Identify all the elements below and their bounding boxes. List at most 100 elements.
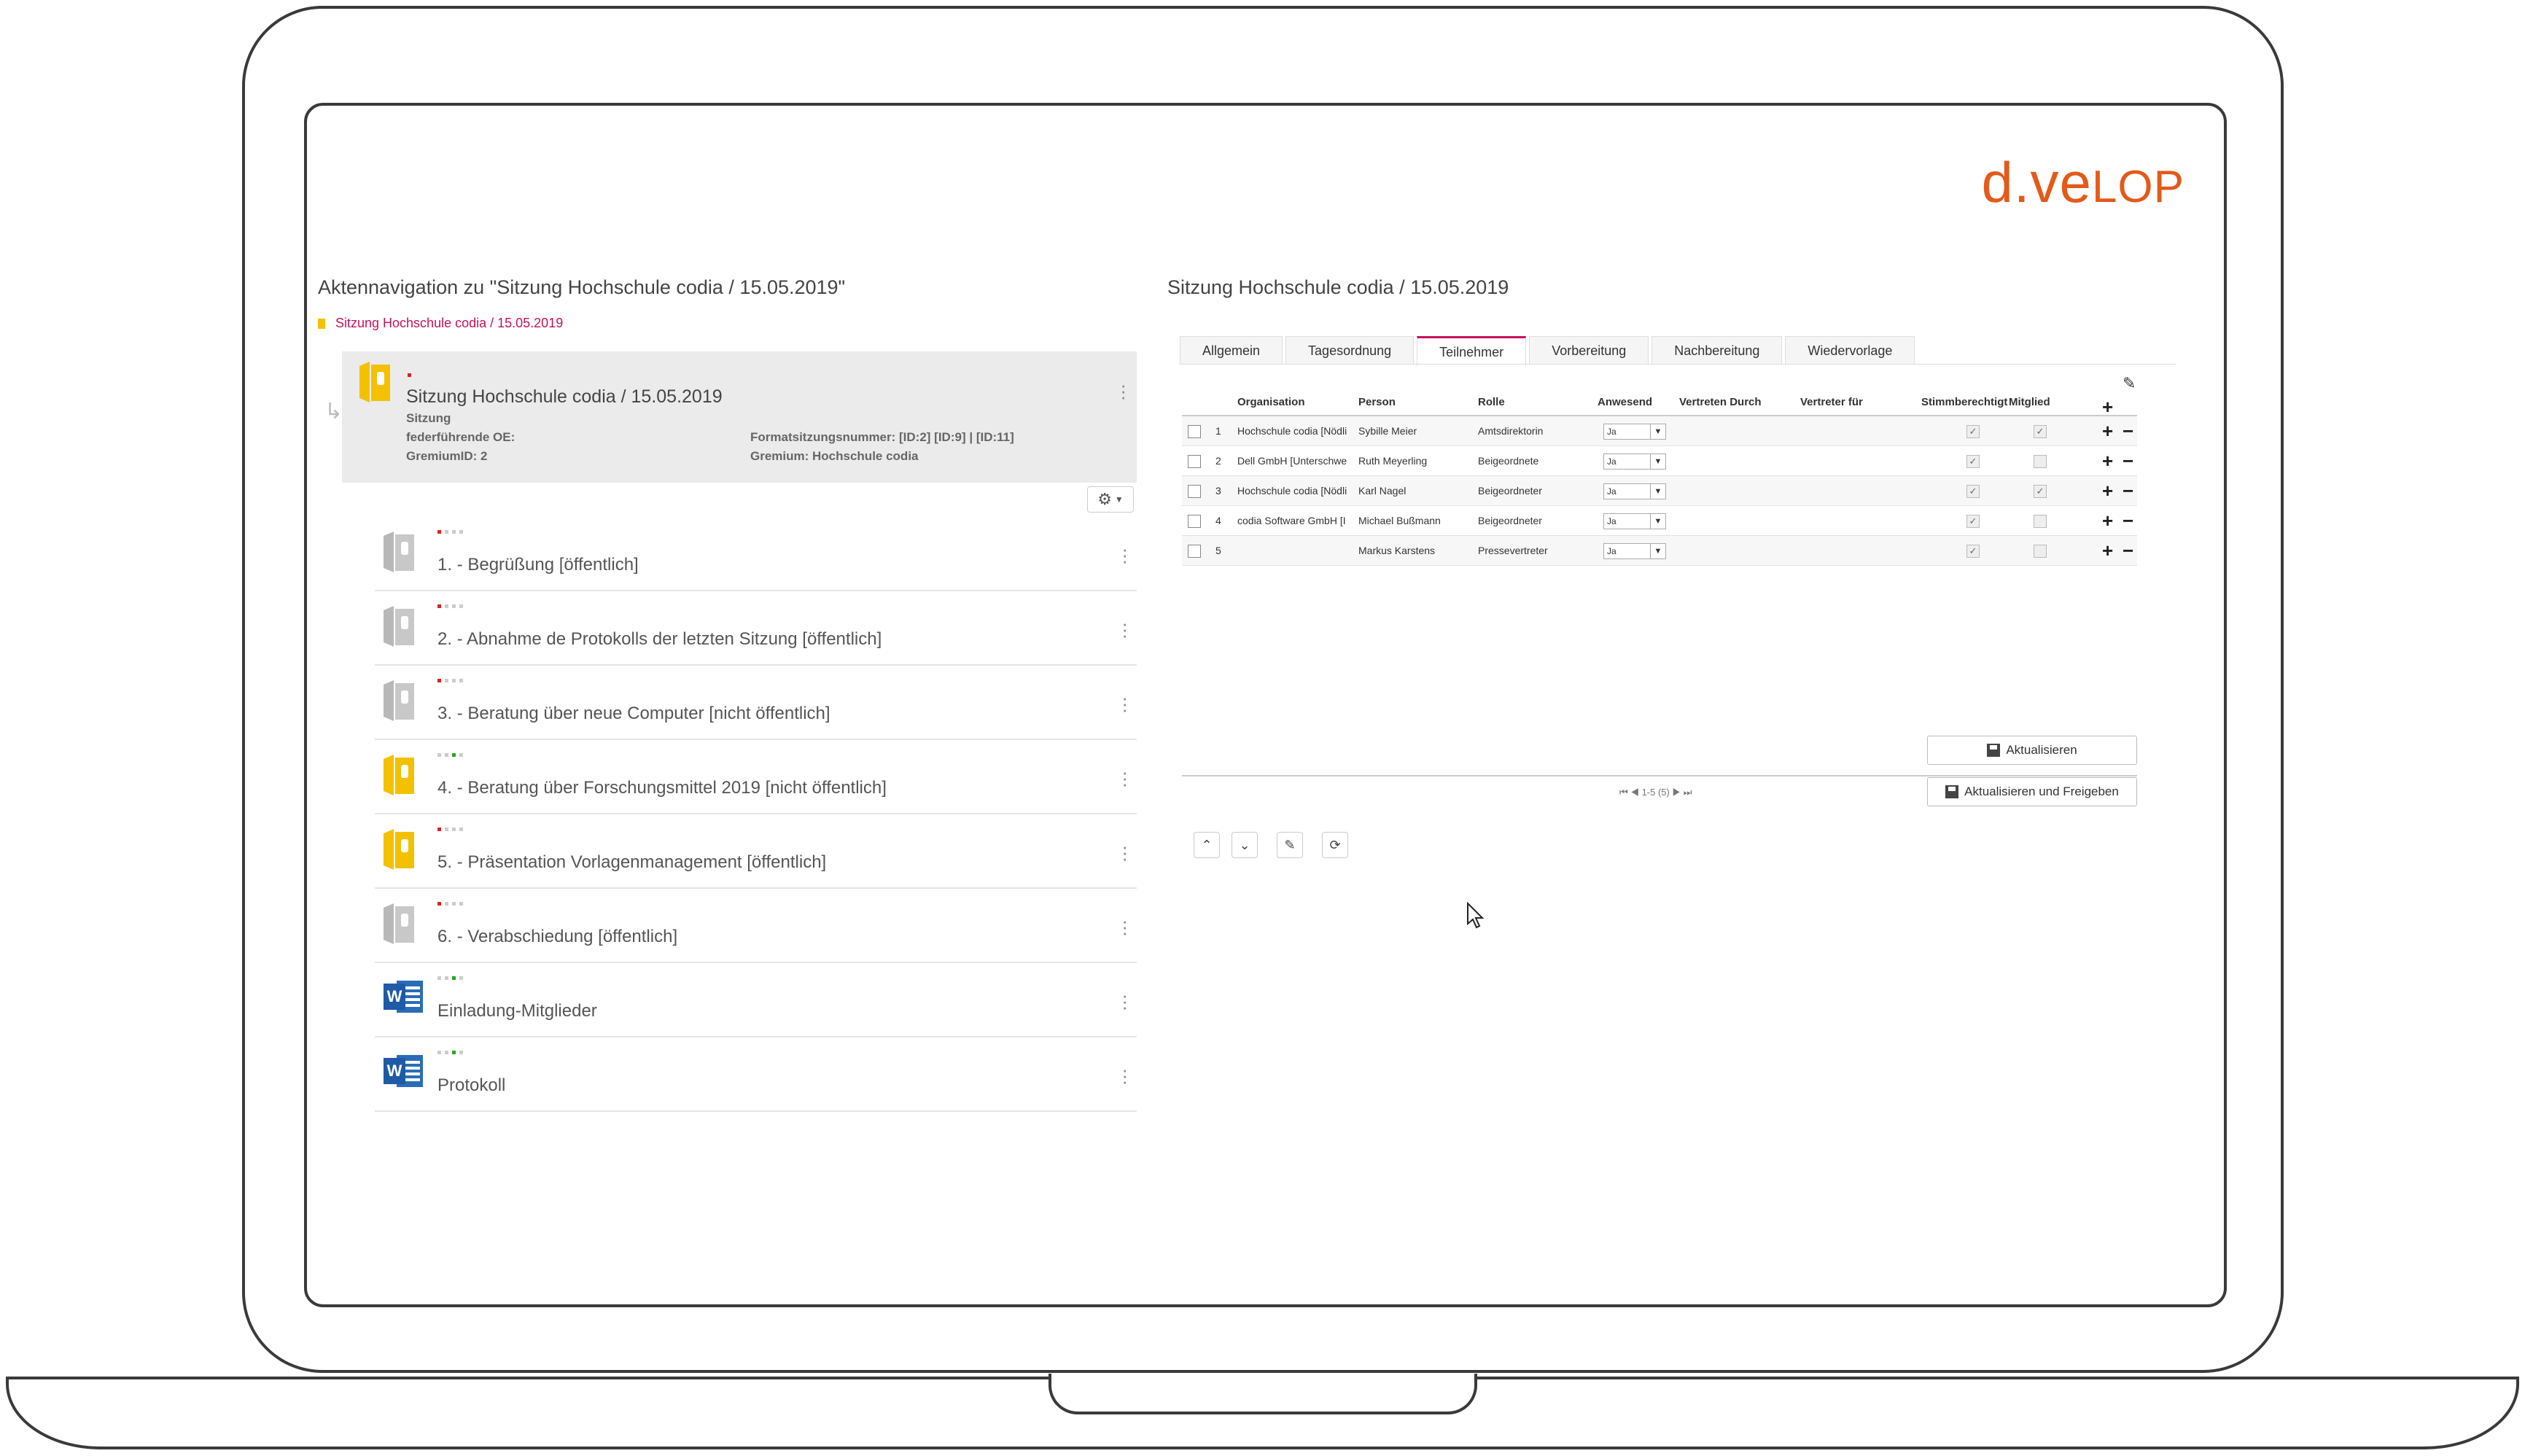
checkbox-stimm[interactable]: ✓ bbox=[1966, 545, 1980, 558]
row-checkbox[interactable] bbox=[1188, 545, 1201, 558]
add-row-icon[interactable]: + bbox=[2102, 396, 2113, 418]
row-checkbox[interactable] bbox=[1188, 485, 1201, 498]
more-menu-icon[interactable]: · · · bbox=[1121, 540, 1128, 570]
select-value: Ja bbox=[1607, 427, 1616, 437]
settings-button[interactable]: ⚙ ▼ bbox=[1087, 486, 1134, 513]
edit-button[interactable]: ✎ bbox=[1277, 832, 1303, 858]
remove-icon[interactable]: − bbox=[2123, 420, 2133, 443]
agenda-item[interactable]: 5. - Präsentation Vorlagenmanagement [öf… bbox=[375, 816, 1137, 889]
add-icon[interactable]: + bbox=[2102, 540, 2113, 562]
checkbox-stimm[interactable]: ✓ bbox=[1966, 425, 1980, 438]
save-icon bbox=[1987, 744, 2001, 757]
cell-person: Michael Bußmann bbox=[1358, 515, 1441, 526]
anwesend-select[interactable]: Ja ▼ bbox=[1603, 543, 1666, 559]
more-menu-icon[interactable]: · · · bbox=[1121, 614, 1128, 645]
next-page-icon[interactable]: ▶ bbox=[1672, 787, 1681, 798]
tab-bar: Allgemein Tagesordnung Teilnehmer Vorber… bbox=[1180, 336, 1918, 366]
more-menu-icon[interactable]: · · · bbox=[1121, 763, 1128, 793]
meeting-card[interactable]: Sitzung Hochschule codia / 15.05.2019 Si… bbox=[342, 351, 1137, 483]
checkbox-mitglied[interactable] bbox=[2034, 455, 2047, 468]
more-menu-icon[interactable]: · · · bbox=[1121, 911, 1128, 942]
add-icon[interactable]: + bbox=[2102, 480, 2113, 502]
checkbox-mitglied[interactable] bbox=[2034, 545, 2047, 558]
refresh-button[interactable]: ⟳ bbox=[1322, 832, 1348, 858]
checkbox-mitglied[interactable]: ✓ bbox=[2034, 485, 2047, 498]
col-stimmberechtigt[interactable]: Stimmberechtigt bbox=[1921, 396, 2007, 408]
refresh-icon: ⟳ bbox=[1329, 837, 1341, 852]
more-menu-icon[interactable]: · · · bbox=[1121, 1060, 1128, 1091]
checkbox-mitglied[interactable]: ✓ bbox=[2034, 425, 2047, 438]
checkbox-mitglied[interactable] bbox=[2034, 515, 2047, 528]
update-release-button[interactable]: Aktualisieren und Freigeben bbox=[1927, 777, 2137, 806]
tab-teilnehmer[interactable]: Teilnehmer bbox=[1417, 336, 1527, 366]
checkbox-stimm[interactable]: ✓ bbox=[1966, 515, 1980, 528]
row-checkbox[interactable] bbox=[1188, 515, 1201, 528]
tab-wiedervorlage[interactable]: Wiedervorlage bbox=[1785, 336, 1915, 365]
remove-icon[interactable]: − bbox=[2123, 480, 2133, 502]
col-rolle[interactable]: Rolle bbox=[1478, 396, 1505, 408]
anwesend-select[interactable]: Ja ▼ bbox=[1603, 424, 1666, 440]
remove-icon[interactable]: − bbox=[2123, 510, 2133, 532]
table-row[interactable]: 5 Markus Karstens Pressevertreter Ja ▼ ✓ + − bbox=[1182, 536, 2137, 566]
col-mitglied[interactable]: Mitglied bbox=[2009, 396, 2050, 408]
add-icon[interactable]: + bbox=[2102, 510, 2113, 532]
table-row[interactable]: 2 Dell GmbH [Unterschwe Ruth Meyerling Beig… bbox=[1182, 446, 2137, 476]
agenda-item[interactable]: 1. - Begrüßung [öffentlich] · · · bbox=[375, 518, 1137, 591]
checkbox-stimm[interactable]: ✓ bbox=[1966, 485, 1980, 498]
table-row[interactable]: 4 codia Software GmbH [I Michael Bußmann Be… bbox=[1182, 506, 2137, 536]
anwesend-select[interactable]: Ja ▼ bbox=[1603, 513, 1666, 529]
more-menu-icon[interactable]: · · · bbox=[1121, 688, 1128, 719]
select-value: Ja bbox=[1607, 456, 1616, 467]
tab-tagesordnung[interactable]: Tagesordnung bbox=[1285, 336, 1415, 365]
agenda-item[interactable]: W Protokoll · · · bbox=[375, 1039, 1137, 1112]
agenda-item[interactable]: 3. - Beratung über neue Computer [nicht … bbox=[375, 667, 1137, 740]
table-row[interactable]: 1 Hochschule codia [Nödli Sybille Meier Amt… bbox=[1182, 416, 2137, 446]
add-icon[interactable]: + bbox=[2102, 420, 2113, 443]
update-button[interactable]: Aktualisieren bbox=[1927, 736, 2137, 765]
breadcrumb[interactable]: Sitzung Hochschule codia / 15.05.2019 bbox=[318, 316, 563, 331]
more-menu-icon[interactable]: · · · bbox=[1120, 375, 1127, 406]
first-page-icon[interactable]: ⏮ bbox=[1619, 787, 1628, 798]
agenda-item[interactable]: 2. - Abnahme de Protokolls der letzten S… bbox=[375, 593, 1137, 666]
agenda-item[interactable]: 6. - Verabschiedung [öffentlich] · · · bbox=[375, 890, 1137, 963]
col-person[interactable]: Person bbox=[1358, 396, 1396, 408]
anwesend-select[interactable]: Ja ▼ bbox=[1603, 453, 1666, 470]
remove-icon[interactable]: − bbox=[2123, 450, 2133, 472]
remove-icon[interactable]: − bbox=[2123, 540, 2133, 562]
checkbox-stimm[interactable]: ✓ bbox=[1966, 455, 1980, 468]
cell-rolle: Beigeordneter bbox=[1478, 515, 1542, 526]
move-up-button[interactable]: ⌃ bbox=[1194, 832, 1220, 858]
last-page-icon[interactable]: ⏭ bbox=[1684, 787, 1692, 798]
agenda-item[interactable]: W Einladung-Mitglieder · · · bbox=[375, 965, 1137, 1038]
tab-nachbereitung[interactable]: Nachbereitung bbox=[1651, 336, 1783, 365]
breadcrumb-label[interactable]: Sitzung Hochschule codia / 15.05.2019 bbox=[335, 316, 563, 331]
chevron-down-icon: ▼ bbox=[1650, 514, 1665, 529]
meeting-title: Sitzung Hochschule codia / 15.05.2019 bbox=[406, 386, 723, 407]
cell-org: Dell GmbH [Unterschwe bbox=[1237, 455, 1347, 467]
pencil-icon: ✎ bbox=[1284, 837, 1296, 852]
col-vertreten-durch[interactable]: Vertreten Durch bbox=[1679, 396, 1762, 408]
mouse-cursor-icon bbox=[1467, 902, 1485, 929]
col-organisation[interactable]: Organisation bbox=[1237, 396, 1305, 408]
status-indicator bbox=[437, 679, 463, 682]
dvelop-logo: d.veLOP bbox=[1981, 150, 2184, 214]
move-down-button[interactable]: ⌄ bbox=[1232, 832, 1258, 858]
col-anwesend[interactable]: Anwesend bbox=[1598, 396, 1652, 408]
table-row[interactable]: 3 Hochschule codia [Nödli Karl Nagel Beigeo… bbox=[1182, 476, 2137, 506]
save-icon bbox=[1945, 785, 1959, 798]
col-vertreter-fuer[interactable]: Vertreter für bbox=[1800, 396, 1863, 408]
svg-text:W: W bbox=[387, 987, 402, 1005]
prev-page-icon[interactable]: ◀ bbox=[1630, 787, 1639, 798]
gremium-id: GremiumID: 2 bbox=[406, 449, 488, 463]
row-checkbox[interactable] bbox=[1188, 455, 1201, 468]
add-icon[interactable]: + bbox=[2102, 450, 2113, 472]
more-menu-icon[interactable]: · · · bbox=[1121, 837, 1128, 868]
tab-allgemein[interactable]: Allgemein bbox=[1180, 336, 1283, 365]
row-checkbox[interactable] bbox=[1188, 425, 1201, 438]
cell-org: Hochschule codia [Nödli bbox=[1237, 425, 1347, 437]
anwesend-select[interactable]: Ja ▼ bbox=[1603, 483, 1666, 499]
tab-vorbereitung[interactable]: Vorbereitung bbox=[1529, 336, 1649, 365]
more-menu-icon[interactable]: · · · bbox=[1121, 986, 1128, 1016]
agenda-item[interactable]: 4. - Beratung über Forschungsmittel 2019… bbox=[375, 741, 1137, 814]
binder-grey-icon bbox=[384, 606, 416, 650]
